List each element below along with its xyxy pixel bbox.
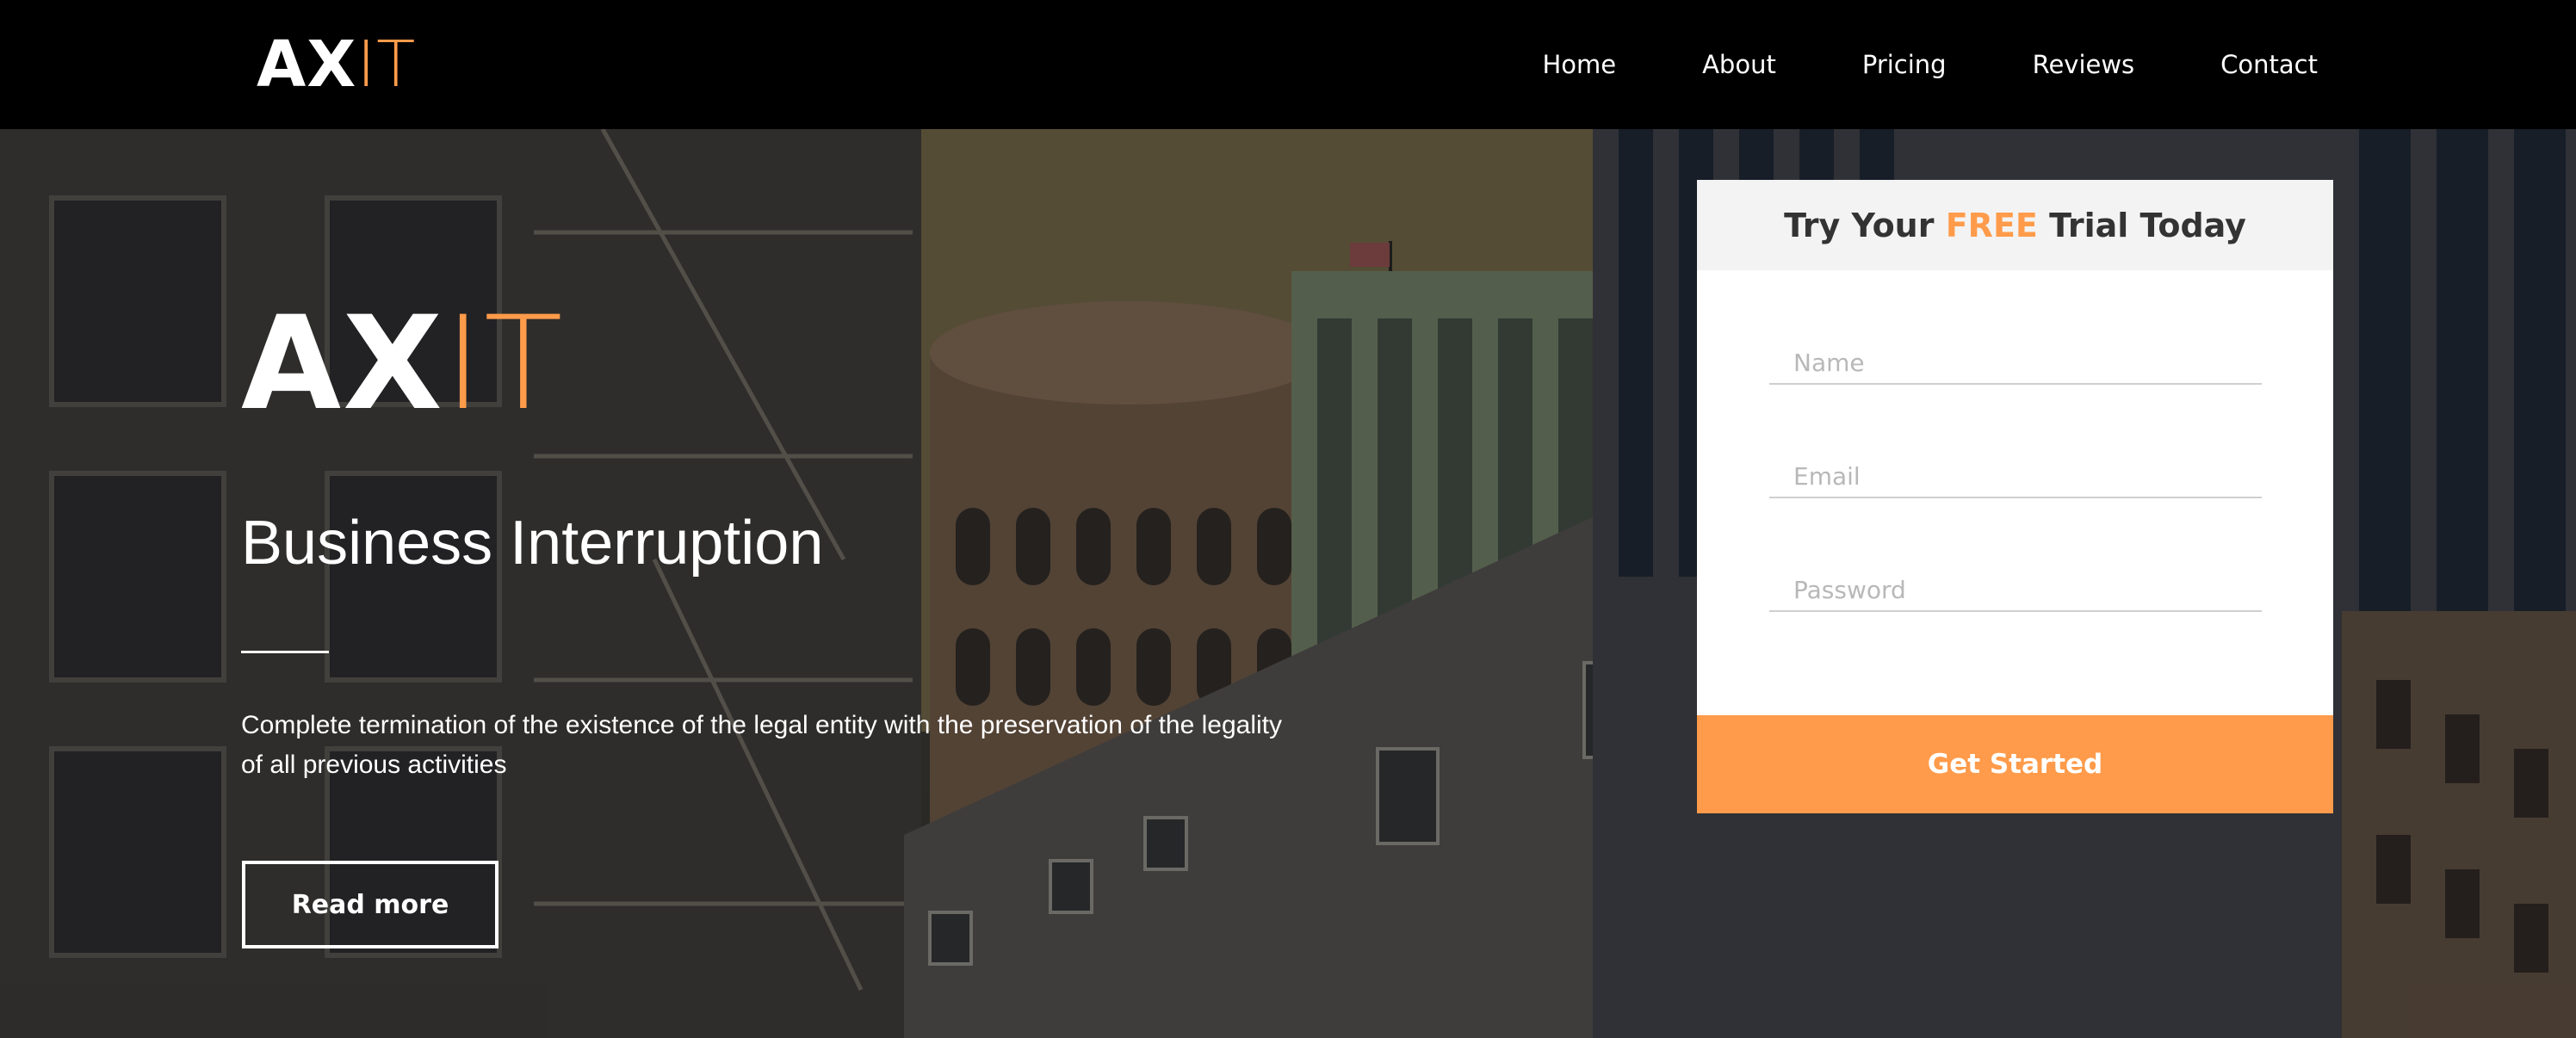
email-field[interactable] bbox=[1769, 455, 2262, 498]
form-body bbox=[1697, 270, 2333, 715]
hero-divider bbox=[241, 651, 329, 653]
nav-link-about[interactable]: About bbox=[1702, 50, 1776, 79]
nav-link-home[interactable]: Home bbox=[1542, 50, 1616, 79]
form-heading-post: Trial Today bbox=[2049, 206, 2246, 244]
hero-logo: AXIT bbox=[241, 300, 565, 429]
trial-signup-form: Try Your FREE Trial Today Get Started bbox=[1697, 180, 2333, 813]
form-heading-free: FREE bbox=[1945, 206, 2038, 244]
read-more-button[interactable]: Read more bbox=[242, 861, 498, 948]
hero-logo-ax: AX bbox=[241, 289, 444, 439]
form-heading-pre: Try Your bbox=[1784, 206, 1935, 244]
nav-link-contact[interactable]: Contact bbox=[2220, 50, 2318, 79]
nav-logo-it: IT bbox=[356, 28, 417, 102]
name-field[interactable] bbox=[1769, 342, 2262, 385]
hero-title: Business Interruption bbox=[241, 509, 824, 578]
password-field[interactable] bbox=[1769, 569, 2262, 612]
top-navbar: AXIT Home About Pricing Reviews Contact bbox=[0, 0, 2576, 129]
nav-logo[interactable]: AXIT bbox=[257, 26, 416, 103]
nav-menu: Home About Pricing Reviews Contact bbox=[1542, 0, 2318, 129]
hero-logo-it: IT bbox=[443, 289, 565, 439]
nav-logo-ax: AX bbox=[257, 28, 357, 102]
form-heading: Try Your FREE Trial Today bbox=[1697, 180, 2333, 270]
get-started-button[interactable]: Get Started bbox=[1697, 715, 2333, 813]
nav-link-pricing[interactable]: Pricing bbox=[1862, 50, 1947, 79]
hero-description: Complete termination of the existence of… bbox=[241, 711, 1283, 779]
nav-link-reviews[interactable]: Reviews bbox=[2033, 50, 2135, 79]
